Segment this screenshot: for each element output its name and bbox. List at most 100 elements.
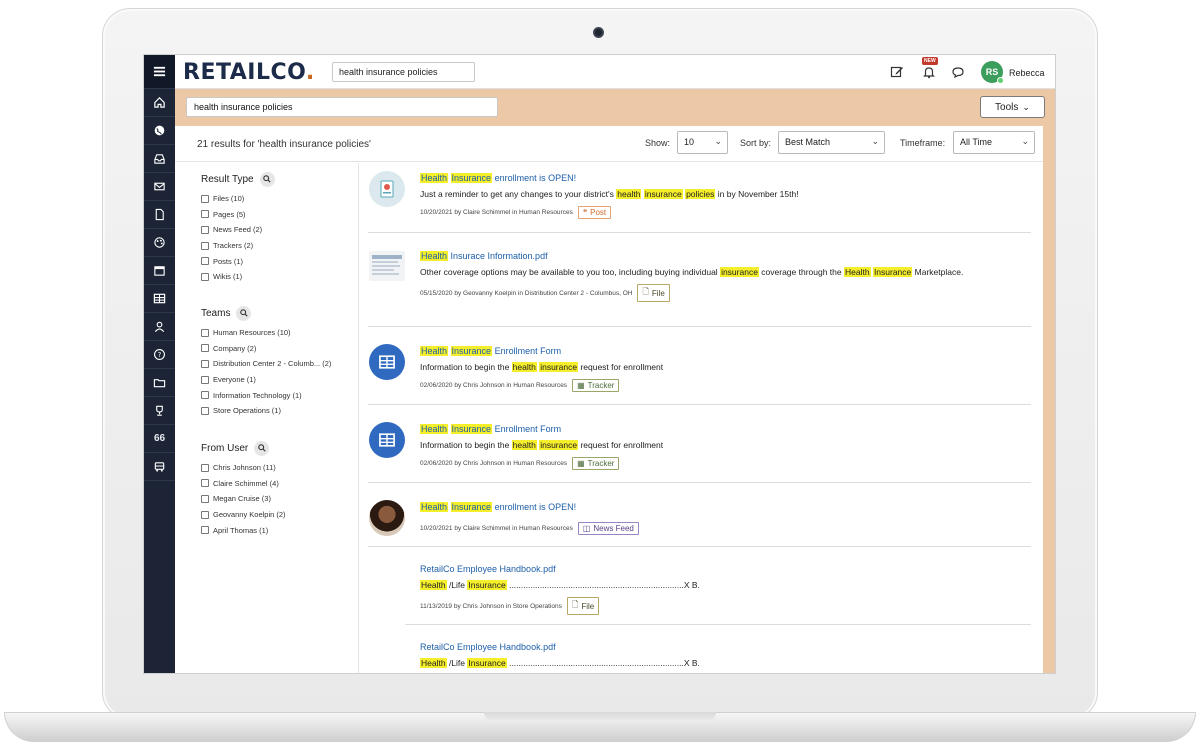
filter-option-label: Information Technology (1) — [213, 390, 302, 400]
result-title-link[interactable]: RetailCo Employee Handbook.pdf — [420, 642, 1031, 656]
filter-option[interactable]: Human Resources (10) — [201, 325, 331, 341]
home-icon[interactable] — [144, 89, 175, 117]
tag-label: Tracker — [587, 381, 615, 390]
checkbox[interactable] — [201, 406, 209, 415]
filter-option[interactable]: Files (10) — [201, 191, 275, 207]
menu-icon[interactable] — [144, 55, 175, 89]
filter-option-label: Claire Schimmel (4) — [213, 478, 279, 488]
filter-option-label: Store Operations (1) — [213, 406, 281, 416]
calendar-icon[interactable] — [144, 257, 175, 285]
checkbox[interactable] — [201, 194, 209, 203]
result-item: Health Insurance enrollment is OPEN! Jus… — [368, 163, 1031, 233]
tools-button[interactable]: Tools ⌄ — [980, 96, 1045, 118]
filter-option[interactable]: Megan Cruise (3) — [201, 491, 286, 507]
post-tag[interactable]: ❝ Post — [577, 206, 612, 219]
trophy-icon[interactable] — [144, 397, 175, 425]
retailco-logo[interactable]: RETAILCO. — [183, 60, 315, 85]
checkbox[interactable] — [201, 494, 209, 503]
result-title-link[interactable]: Health Insurance enrollment is OPEN! — [420, 173, 1031, 187]
filter-option[interactable]: Information Technology (1) — [201, 387, 331, 403]
timeframe-select[interactable]: All Time ⌄ — [953, 131, 1035, 154]
checkbox[interactable] — [201, 272, 209, 281]
result-meta: 02/06/2020 by Chris Johnson in Human Res… — [420, 382, 568, 389]
quote-icon: ❝ — [582, 208, 588, 217]
filter-option[interactable]: Pages (5) — [201, 207, 275, 223]
result-snippet: Information to begin the health insuranc… — [420, 440, 664, 450]
folders-icon[interactable] — [144, 369, 175, 397]
help-icon[interactable]: ? — [144, 341, 175, 369]
chat-icon[interactable] — [951, 65, 965, 79]
palette-icon[interactable] — [144, 229, 175, 257]
app-screen: ? 66 RETAILCO. health insurance policies… — [143, 54, 1056, 674]
filter-option[interactable]: Geovanny Koelpin (2) — [201, 507, 286, 523]
person-icon[interactable] — [144, 313, 175, 341]
timeframe-label: Timeframe: — [900, 138, 946, 148]
pdf-thumbnail-icon — [369, 251, 405, 281]
document-icon[interactable] — [144, 201, 175, 229]
checkbox[interactable] — [201, 328, 209, 337]
checkbox[interactable] — [201, 526, 209, 535]
result-item: Health Insurance Enrollment Form Informa… — [368, 335, 1031, 405]
checkbox[interactable] — [201, 210, 209, 219]
filter-option[interactable]: Chris Johnson (11) — [201, 460, 286, 476]
filter-option[interactable]: Claire Schimmel (4) — [201, 476, 286, 492]
checkbox[interactable] — [201, 359, 209, 368]
checkbox[interactable] — [201, 241, 209, 250]
search-icon[interactable] — [236, 305, 252, 321]
search-input[interactable]: health insurance policies — [186, 97, 498, 117]
mail-icon[interactable] — [144, 173, 175, 201]
filter-option-label: Everyone (1) — [213, 375, 256, 385]
search-area: health insurance policies Tools ⌄ 21 res… — [175, 89, 1055, 673]
filter-option-label: Posts (1) — [213, 256, 244, 266]
filter-option[interactable]: Company (2) — [201, 341, 331, 357]
filter-option[interactable]: News Feed (2) — [201, 222, 275, 238]
sort-select[interactable]: Best Match ⌄ — [778, 131, 885, 154]
username[interactable]: Rebecca — [1009, 68, 1045, 78]
news-feed-tag[interactable]: ◫ News Feed — [577, 522, 639, 535]
show-select[interactable]: 10 ⌄ — [677, 131, 728, 154]
checkbox[interactable] — [201, 391, 209, 400]
bus-icon[interactable] — [144, 453, 175, 481]
table-icon[interactable] — [144, 285, 175, 313]
filter-from-user: From User Chris Johnson (11) Claire Schi… — [201, 440, 286, 538]
header-search-input[interactable]: health insurance policies — [332, 62, 475, 82]
edit-icon[interactable] — [890, 65, 904, 79]
filter-option[interactable]: Distribution Center 2 - Columb... (2) — [201, 356, 331, 372]
filter-option[interactable]: Everyone (1) — [201, 372, 331, 388]
checkbox[interactable] — [201, 479, 209, 488]
result-title-link[interactable]: Health Insurace Information.pdf — [420, 251, 1031, 265]
checkbox[interactable] — [201, 375, 209, 384]
checkbox[interactable] — [201, 344, 209, 353]
result-title-link[interactable]: Health Insurance Enrollment Form — [420, 346, 1031, 360]
result-title-link[interactable]: Health Insurance Enrollment Form — [420, 424, 1031, 438]
filter-title: Teams — [201, 307, 231, 319]
filter-option[interactable]: Store Operations (1) — [201, 403, 331, 419]
file-icon: 🗋 — [642, 287, 649, 296]
results-panel: 21 results for 'health insurance policie… — [175, 126, 1043, 673]
search-icon[interactable] — [254, 440, 270, 456]
checkbox[interactable] — [201, 463, 209, 472]
filter-option[interactable]: Trackers (2) — [201, 238, 275, 254]
inbox-icon[interactable] — [144, 145, 175, 173]
checkbox[interactable] — [201, 257, 209, 266]
result-meta: 10/20/2021 by Claire Schimmel in Human R… — [420, 525, 573, 532]
quote-icon[interactable]: 66 — [144, 425, 175, 453]
tracker-tag[interactable]: ▦ Tracker — [572, 457, 620, 470]
filter-option[interactable]: Wikis (1) — [201, 269, 275, 285]
result-item: RetailCo Employee Handbook.pdf Health /L… — [405, 633, 1031, 673]
result-title-link[interactable]: Health Insurance enrollment is OPEN! — [420, 502, 1031, 516]
checkbox[interactable] — [201, 510, 209, 519]
search-icon[interactable] — [259, 171, 275, 187]
file-tag[interactable]: 🗋 File — [566, 597, 600, 615]
checkbox[interactable] — [201, 225, 209, 234]
filter-option[interactable]: April Thomas (1) — [201, 522, 286, 538]
globe-icon[interactable] — [144, 117, 175, 145]
filter-option-label: Geovanny Koelpin (2) — [213, 510, 286, 520]
filter-option[interactable]: Posts (1) — [201, 253, 275, 269]
result-title-link[interactable]: RetailCo Employee Handbook.pdf — [420, 564, 1031, 578]
results-count: 21 results for 'health insurance policie… — [197, 139, 371, 150]
file-tag[interactable]: 🗋 File — [637, 284, 670, 302]
tracker-tag[interactable]: ▦ Tracker — [572, 379, 620, 392]
bell-icon[interactable] — [922, 65, 936, 79]
filter-option-label: Megan Cruise (3) — [213, 494, 271, 504]
